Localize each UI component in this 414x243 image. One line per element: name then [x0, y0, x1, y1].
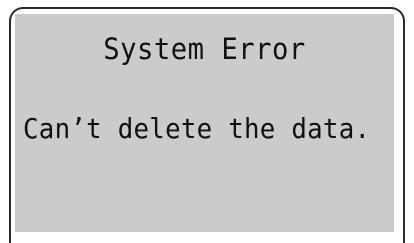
- error-dialog-screen: System Error Can’t delete the data.: [15, 14, 394, 232]
- dialog-title: System Error: [103, 32, 306, 66]
- error-message: Can’t delete the data.: [23, 112, 371, 145]
